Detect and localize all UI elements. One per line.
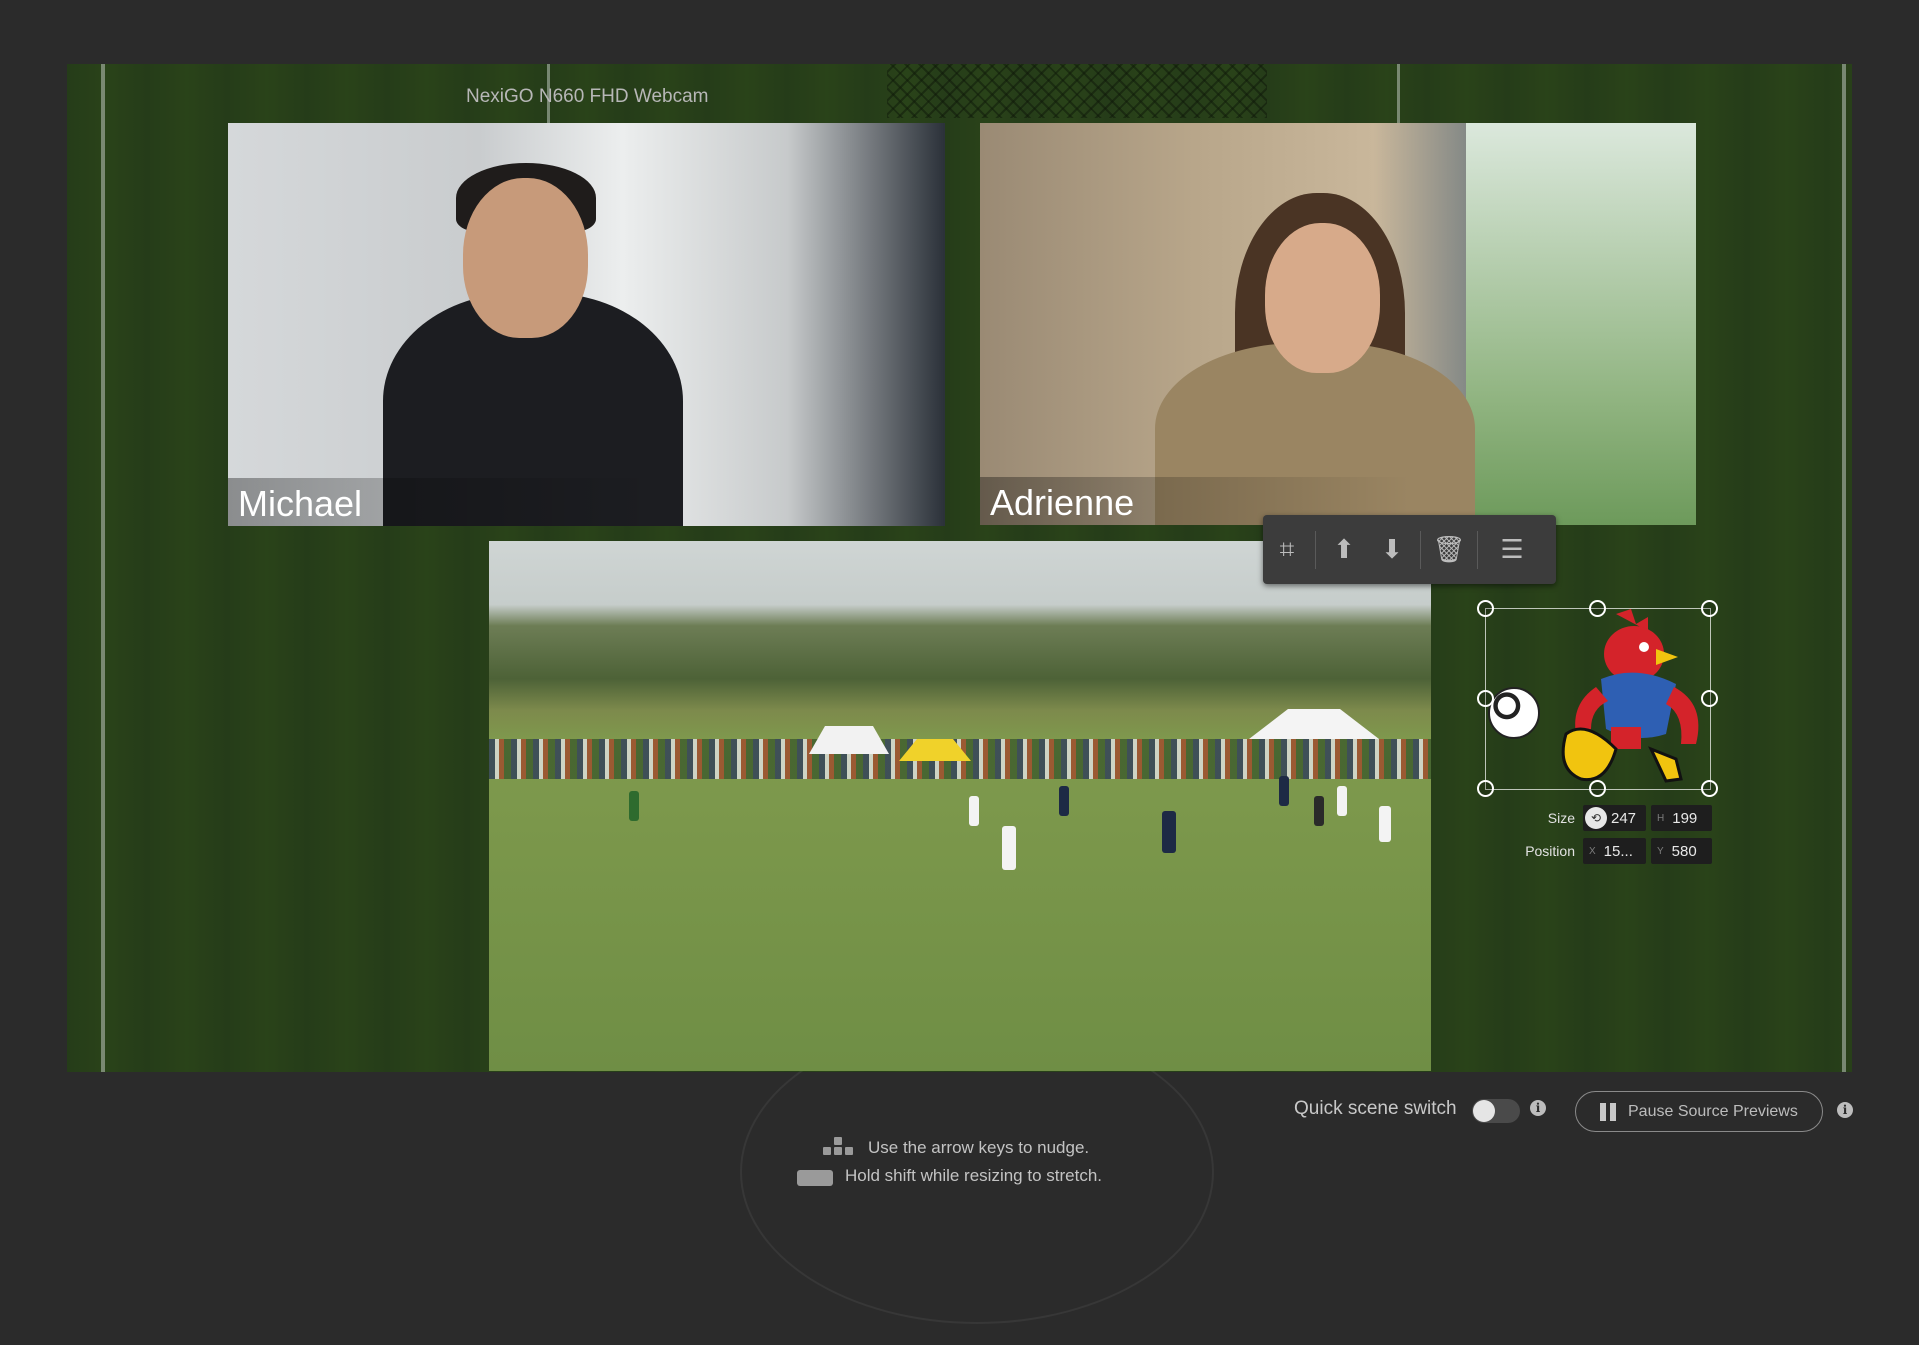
info-icon[interactable]: i <box>1530 1100 1546 1116</box>
y-value: 580 <box>1671 842 1697 860</box>
pause-button-label: Pause Source Previews <box>1628 1102 1798 1120</box>
size-label: Size <box>1547 810 1575 826</box>
player <box>1059 786 1069 816</box>
player <box>1314 796 1324 826</box>
webcam-name-label: Michael <box>238 483 363 524</box>
player <box>969 796 979 826</box>
stretch-hint: Hold shift while resizing to stretch. <box>845 1166 1102 1185</box>
adjustments-icon[interactable]: ☰ <box>1482 526 1542 574</box>
x-value: 15... <box>1603 842 1633 860</box>
toolbar-divider <box>1420 530 1421 569</box>
source-toolbar: ⌗ ⬆ ⬇ 🗑 ☰ <box>1263 515 1556 584</box>
width-field[interactable]: ⟲ 247 <box>1583 805 1646 831</box>
selected-logo-source[interactable] <box>1477 600 1718 797</box>
player <box>629 791 639 821</box>
webcam-tile-adrienne[interactable]: Adrienne <box>980 123 1696 525</box>
game-video-source[interactable] <box>489 541 1431 1071</box>
quick-scene-switch-label: Quick scene switch <box>1294 1098 1457 1119</box>
trash-icon[interactable]: 🗑 <box>1425 526 1473 574</box>
resize-handle-right[interactable] <box>1701 690 1718 707</box>
resize-handle-bottom-left[interactable] <box>1477 780 1494 797</box>
aspect-lock-icon[interactable]: ⟲ <box>1585 807 1607 829</box>
position-y-field[interactable]: Y 580 <box>1651 838 1712 864</box>
pause-icon <box>1600 1102 1616 1121</box>
nudge-hint: Use the arrow keys to nudge. <box>868 1138 1090 1157</box>
resize-handle-bottom-right[interactable] <box>1701 780 1718 797</box>
pause-source-previews-button[interactable]: Pause Source Previews <box>1575 1091 1823 1132</box>
webcam-name-label: Adrienne <box>990 482 1135 523</box>
width-value: 247 <box>1611 809 1637 827</box>
resize-handle-left[interactable] <box>1477 690 1494 707</box>
soccer-ball-icon <box>1488 687 1540 739</box>
pitch-sideline-left <box>101 64 105 1072</box>
shift-key-icon <box>797 1170 833 1186</box>
player <box>1379 806 1391 842</box>
toolbar-divider <box>1315 530 1316 569</box>
office-window <box>1466 123 1696 525</box>
player <box>1002 826 1016 870</box>
y-tag: Y <box>1657 845 1664 857</box>
crop-icon[interactable]: ⌗ <box>1263 526 1311 574</box>
x-tag: X <box>1589 845 1596 857</box>
position-label: Position <box>1525 843 1575 859</box>
resize-handle-top-right[interactable] <box>1701 600 1718 617</box>
height-tag: H <box>1657 812 1665 824</box>
send-backward-icon[interactable]: ⬇ <box>1368 526 1416 574</box>
toggle-knob <box>1473 1100 1495 1122</box>
height-value: 199 <box>1672 809 1698 827</box>
webcam-tile-michael[interactable]: Michael <box>228 123 945 526</box>
player <box>1279 776 1289 806</box>
resize-handle-top-left[interactable] <box>1477 600 1494 617</box>
pitch-goal-line <box>1397 64 1400 124</box>
quick-scene-switch-toggle[interactable] <box>1472 1099 1520 1123</box>
person-head <box>1265 223 1380 373</box>
rooster-mascot-icon <box>1561 609 1699 783</box>
pitch-sideline-right <box>1842 64 1846 1072</box>
bring-forward-icon[interactable]: ⬆ <box>1320 526 1368 574</box>
source-label: NexiGO N660 FHD Webcam <box>466 86 709 107</box>
resize-handle-bottom[interactable] <box>1589 780 1606 797</box>
tent <box>1249 709 1379 739</box>
toolbar-divider <box>1477 530 1478 569</box>
position-x-field[interactable]: X 15... <box>1583 838 1646 864</box>
resize-handle-top[interactable] <box>1589 600 1606 617</box>
player <box>1162 811 1176 853</box>
player <box>1337 786 1347 816</box>
person-head <box>463 178 588 338</box>
goal-net <box>887 64 1267 118</box>
info-icon[interactable]: i <box>1837 1102 1853 1118</box>
tent <box>809 726 889 754</box>
arrow-keys-icon <box>823 1137 853 1157</box>
height-field[interactable]: H 199 <box>1651 805 1712 831</box>
